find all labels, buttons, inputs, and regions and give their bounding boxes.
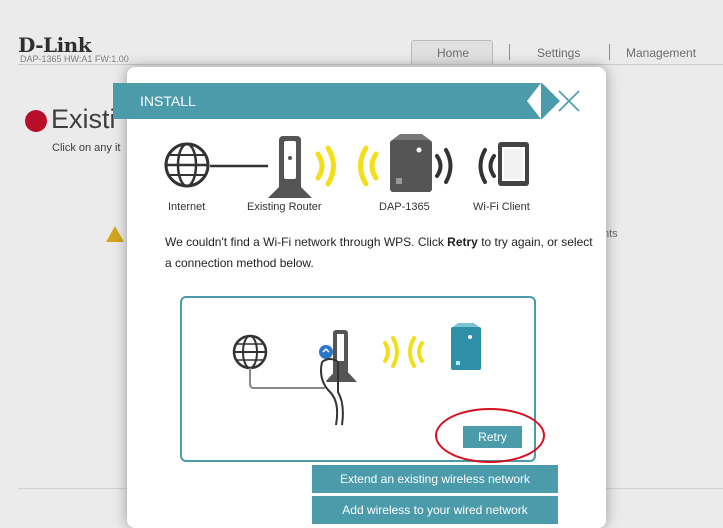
topology-label-extender: DAP-1365 xyxy=(379,201,430,213)
topology-label-client: Wi-Fi Client xyxy=(473,201,530,213)
add-wireless-to-wired-button[interactable]: Add wireless to your wired network xyxy=(312,496,558,524)
extend-wireless-network-button[interactable]: Extend an existing wireless network xyxy=(312,465,558,493)
message-text-bold: Retry xyxy=(447,235,478,249)
retry-highlight-circle xyxy=(435,408,545,463)
topology-label-router: Existing Router xyxy=(247,201,322,213)
status-message: We couldn't find a Wi-Fi network through… xyxy=(165,232,595,274)
message-text-part: We couldn't find a Wi-Fi network through… xyxy=(165,235,448,249)
close-icon[interactable] xyxy=(556,88,582,114)
topology-label-internet: Internet xyxy=(168,201,206,213)
banner-notch xyxy=(527,83,541,119)
install-title: INSTALL xyxy=(140,93,196,109)
